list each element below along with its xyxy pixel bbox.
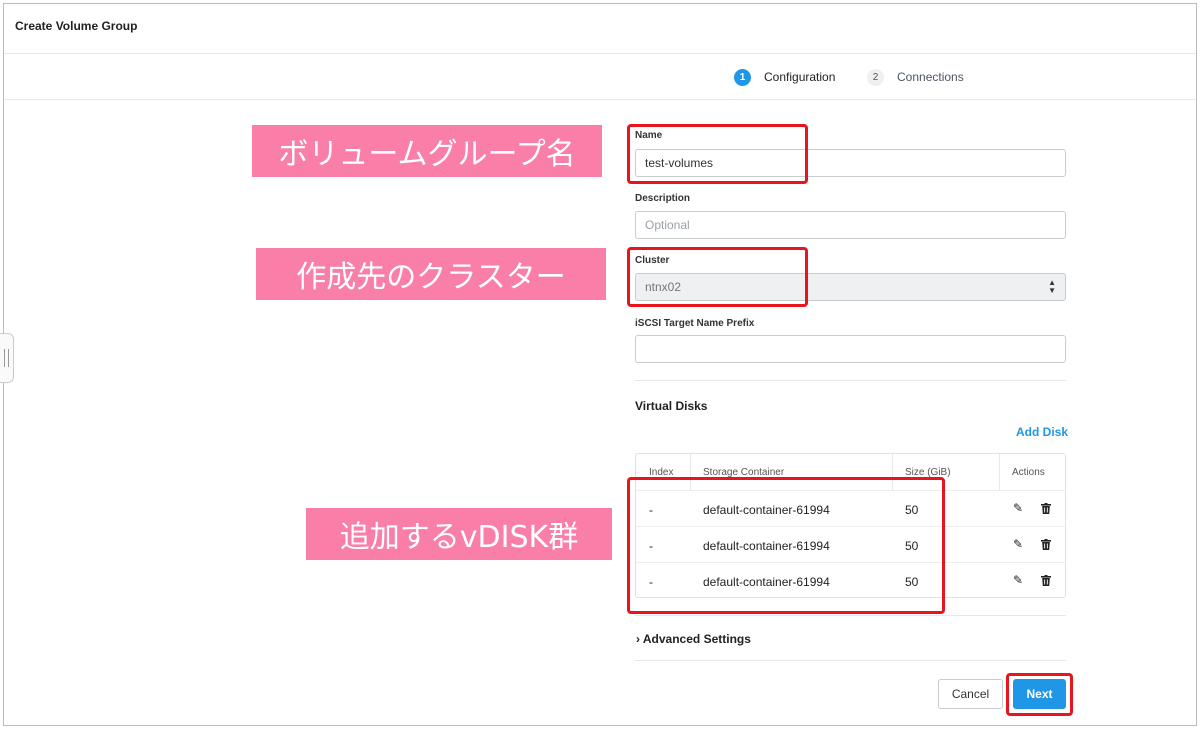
add-disk-link[interactable]: Add Disk (1016, 425, 1068, 439)
cancel-button[interactable]: Cancel (938, 679, 1003, 709)
grip-icon (4, 349, 9, 367)
section-divider (635, 660, 1066, 661)
section-divider (635, 615, 1066, 616)
description-input[interactable]: Optional (635, 211, 1066, 239)
step-connections[interactable]: 2 Connections (867, 67, 964, 87)
highlight-box-next (1006, 673, 1073, 716)
select-arrows-icon: ▲ ▼ (1048, 278, 1056, 295)
modal-title: Create Volume Group (15, 19, 138, 33)
column-separator (999, 454, 1000, 490)
trash-icon[interactable] (1039, 537, 1053, 551)
section-divider (635, 380, 1066, 381)
advanced-settings-toggle[interactable]: › Advanced Settings (636, 632, 751, 646)
virtual-disks-title: Virtual Disks (635, 399, 708, 413)
highlight-box-disks (627, 477, 945, 614)
trash-icon[interactable] (1039, 501, 1053, 515)
wizard-steps: 1 Configuration 2 Connections (4, 54, 1196, 100)
pencil-icon[interactable]: ✎ (1011, 537, 1025, 551)
pencil-icon[interactable]: ✎ (1011, 573, 1025, 587)
side-panel-handle[interactable] (0, 333, 14, 383)
highlight-box-name (627, 124, 808, 184)
iscsi-prefix-input[interactable] (635, 335, 1066, 363)
annotation-vdisks-to-add: 追加するvDISK群 (306, 508, 612, 560)
description-label: Description (635, 193, 691, 204)
modal-window: Create Volume Group 1 Configuration 2 Co… (3, 3, 1197, 726)
description-placeholder: Optional (645, 218, 690, 232)
step-number: 1 (734, 68, 751, 86)
trash-icon[interactable] (1039, 573, 1053, 587)
column-header-actions: Actions (1012, 467, 1045, 478)
step-label: Configuration (764, 70, 836, 84)
step-label: Connections (897, 70, 964, 84)
highlight-box-cluster (627, 247, 808, 307)
iscsi-prefix-label: iSCSI Target Name Prefix (635, 318, 755, 329)
step-number: 2 (867, 68, 884, 86)
step-configuration[interactable]: 1 Configuration (734, 67, 835, 87)
pencil-icon[interactable]: ✎ (1011, 501, 1025, 515)
annotation-volume-group-name: ボリュームグループ名 (252, 125, 602, 177)
modal-header: Create Volume Group (4, 4, 1196, 54)
annotation-target-cluster: 作成先のクラスター (256, 248, 606, 300)
